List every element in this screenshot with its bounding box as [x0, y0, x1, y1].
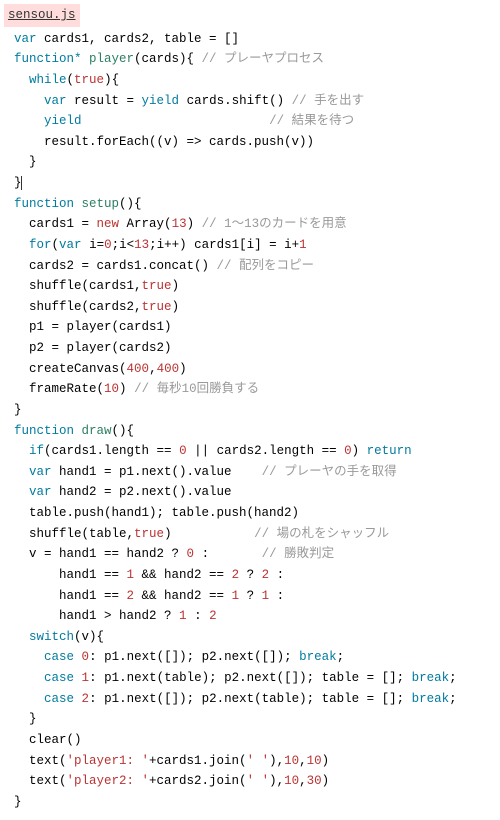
- filename-label: sensou.js: [4, 4, 80, 27]
- text-cursor: [21, 176, 22, 190]
- code-block: var cards1, cards2, table = [] function*…: [0, 29, 500, 820]
